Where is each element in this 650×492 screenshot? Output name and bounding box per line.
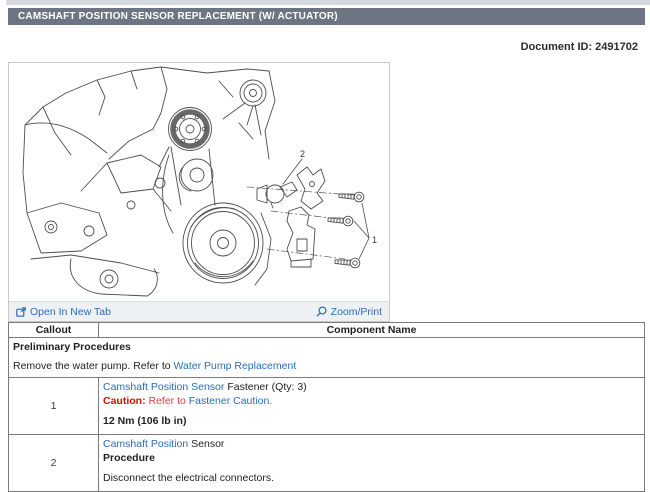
zoom-print-link[interactable]: Zoom/Print (316, 306, 382, 318)
caution-label: Caution: (103, 395, 146, 407)
caution-line: Caution: Refer to Fastener Caution. (103, 394, 640, 408)
caution-period: . (269, 395, 272, 407)
preliminary-procedures-row: Preliminary Procedures Remove the water … (9, 338, 645, 378)
bolt (328, 215, 353, 226)
procedure-step: Disconnect the electrical connectors. (103, 471, 640, 485)
component-name-column-header: Component Name (99, 323, 645, 338)
preliminary-text: Remove the water pump. Refer to (13, 360, 174, 372)
page-title: CAMSHAFT POSITION SENSOR REPLACEMENT (W/… (18, 11, 338, 22)
camshaft-position-sensor (257, 182, 297, 208)
component-name-line: Camshaft Position Sensor (103, 437, 640, 451)
preliminary-procedures-title: Preliminary Procedures (13, 340, 640, 354)
water-pump-replacement-link[interactable]: Water Pump Replacement (174, 360, 297, 372)
component-name-rest: Sensor (188, 438, 224, 450)
crank-pulley (183, 203, 263, 283)
open-in-new-tab-icon (16, 307, 26, 317)
service-document-page: { "header": { "title": "CAMSHAFT POSITIO… (0, 0, 650, 480)
cam-sprocket (159, 108, 212, 168)
table-row: 1 Camshaft Position Sensor Fastener (Qty… (9, 378, 645, 435)
engine-diagram: 1 2 (9, 63, 389, 301)
magnifier-icon (316, 306, 327, 317)
document-id: Document ID: 2491702 (521, 41, 638, 53)
callout-1-label: 1 (372, 235, 377, 245)
top-border-strip (6, 0, 650, 5)
section-title-bar: CAMSHAFT POSITION SENSOR REPLACEMENT (W/… (8, 8, 645, 25)
front-cover-boss (179, 159, 213, 191)
callout-column-header: Callout (9, 323, 99, 338)
idler-pulley (240, 80, 266, 125)
component-cell: Camshaft Position Sensor Fastener (Qty: … (99, 378, 645, 435)
component-table: Callout Component Name Preliminary Proce… (8, 322, 645, 492)
camshaft-position-link[interactable]: Camshaft Position (103, 438, 188, 450)
figure-canvas: 1 2 (9, 63, 389, 301)
table-header-row: Callout Component Name (9, 323, 645, 338)
figure-panel: 1 2 Open In New Tab Zoom/Print (8, 62, 390, 322)
component-name-line: Camshaft Position Sensor Fastener (Qty: … (103, 380, 640, 394)
table-row: 2 Camshaft Position Sensor Procedure Dis… (9, 435, 645, 492)
bolt (335, 257, 360, 268)
engine-block-art (23, 67, 275, 296)
preliminary-procedures-cell: Preliminary Procedures Remove the water … (9, 338, 645, 378)
callout-number: 2 (9, 435, 99, 492)
callout-2-label: 2 (300, 149, 305, 159)
caution-text: Refer to (146, 395, 189, 407)
bolt (339, 191, 364, 202)
preliminary-procedures-text: Remove the water pump. Refer to Water Pu… (13, 359, 640, 373)
component-cell: Camshaft Position Sensor Procedure Disco… (99, 435, 645, 492)
component-name-rest: Fastener (Qty: 3) (224, 381, 306, 393)
figure-toolbar: Open In New Tab Zoom/Print (9, 301, 389, 321)
sensor-bracket (297, 167, 325, 209)
zoom-print-label: Zoom/Print (331, 306, 382, 318)
camshaft-position-sensor-link[interactable]: Camshaft Position Sensor (103, 381, 224, 393)
procedure-subheading: Procedure (103, 451, 640, 465)
fastener-caution-link[interactable]: Fastener Caution (189, 395, 270, 407)
torque-spec: 12 Nm (106 lb in) (103, 414, 640, 428)
open-in-new-tab-link[interactable]: Open In New Tab (16, 306, 111, 318)
open-in-new-tab-label: Open In New Tab (30, 306, 111, 318)
callout-number: 1 (9, 378, 99, 435)
